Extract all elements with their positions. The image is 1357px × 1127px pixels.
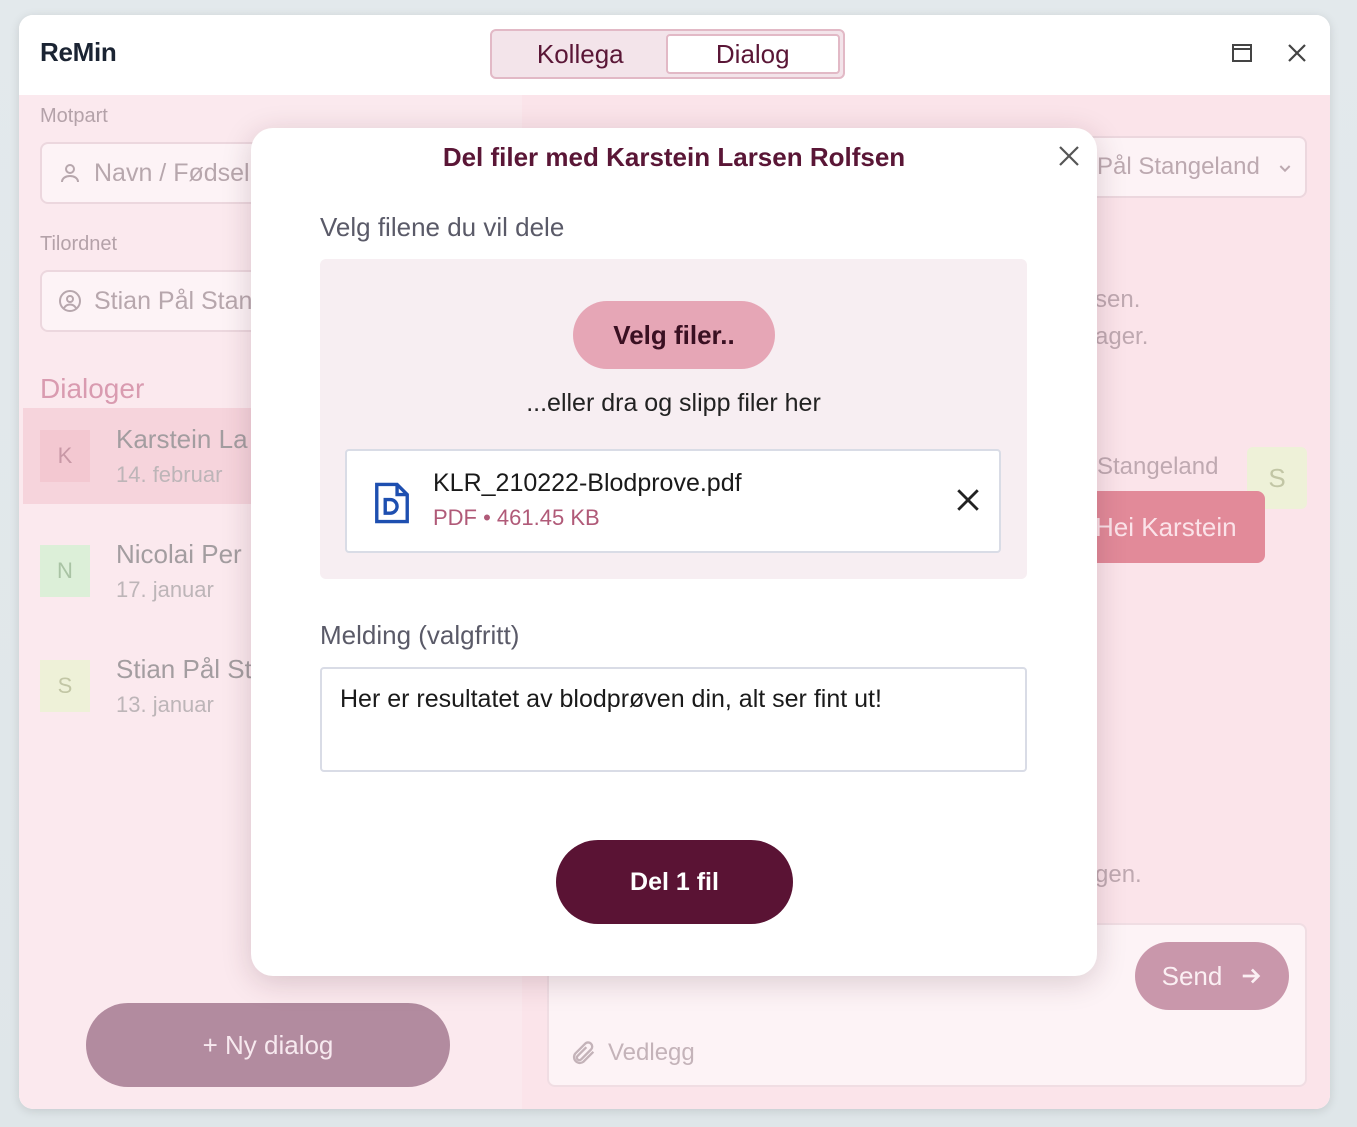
message-fragment: ager. [1095,323,1149,350]
avatar: S [40,660,90,712]
title-bar: ReMin Kollega Dialog [19,15,1330,95]
paperclip-icon [572,1041,595,1065]
pdf-file-icon [375,482,409,524]
attachment-button[interactable]: Vedlegg [570,1039,695,1067]
message-fragment: sen. [1095,286,1141,313]
attachment-label: Vedlegg [608,1039,695,1066]
avatar: N [40,545,90,597]
close-icon[interactable] [1057,144,1081,168]
selected-file: KLR_210222-Blodprove.pdf PDF • 461.45 KB [345,449,1001,553]
mode-switch: Kollega Dialog [490,29,845,79]
dialog-name: Nicolai Per [116,539,242,569]
motpart-placeholder: Navn / Fødsel [94,158,250,187]
choose-files-label: Velg filene du vil dele [320,212,565,242]
avatar: K [40,430,90,482]
new-dialog-button[interactable]: + Ny dialog [86,1003,450,1087]
close-window-icon[interactable] [1285,41,1309,65]
send-label: Send [1161,960,1223,991]
message-label: Melding (valgfritt) [320,620,520,650]
motpart-label: Motpart [40,105,108,127]
dialog-date: 17. januar [116,577,214,602]
modal-title: Del filer med Karstein Larsen Rolfsen [442,142,906,172]
user-icon [61,164,79,183]
tab-dialog[interactable]: Dialog [665,34,840,74]
app-window: ReMin Kollega Dialog Motpart Navn / Føds… [19,15,1330,1109]
app-title: ReMin [40,37,117,67]
message-fragment: gen. [1095,861,1142,888]
share-files-button[interactable]: Del 1 fil [556,840,793,924]
dialogs-heading: Dialoger [40,373,145,404]
user-circle-icon [59,290,81,312]
message-textarea[interactable]: Her er resultatet av blodprøven din, alt… [320,667,1027,772]
file-meta: PDF • 461.45 KB [433,505,600,530]
file-name: KLR_210222-Blodprove.pdf [433,469,742,497]
remove-file-icon[interactable] [955,487,981,513]
dialog-name: Stian Pål St [116,654,252,684]
dialog-date: 14. februar [116,462,223,487]
send-button[interactable]: Send [1135,942,1289,1010]
file-dropzone[interactable]: Velg filer.. ...eller dra og slipp filer… [320,259,1027,579]
tab-kollega[interactable]: Kollega [495,34,666,74]
drop-hint: ...eller dra og slipp filer her [526,389,821,417]
arrow-right-icon [1243,968,1261,984]
chevron-down-icon [1279,165,1291,173]
maximize-icon[interactable] [1230,41,1254,65]
share-files-modal: Del filer med Karstein Larsen Rolfsen Ve… [251,128,1097,976]
tilordnet-value: Stian Pål Stan [94,286,253,315]
assignee-value: Pål Stangeland [1097,153,1260,180]
sender-name: Stangeland [1097,453,1219,480]
dialog-date: 13. januar [116,692,214,717]
dialog-name: Karstein La [116,424,248,454]
assignee-select[interactable]: Pål Stangeland [1085,136,1307,198]
choose-files-button[interactable]: Velg filer.. [573,301,775,369]
tilordnet-label: Tilordnet [40,233,118,255]
message-bubble: Hei Karstein [1075,491,1265,563]
